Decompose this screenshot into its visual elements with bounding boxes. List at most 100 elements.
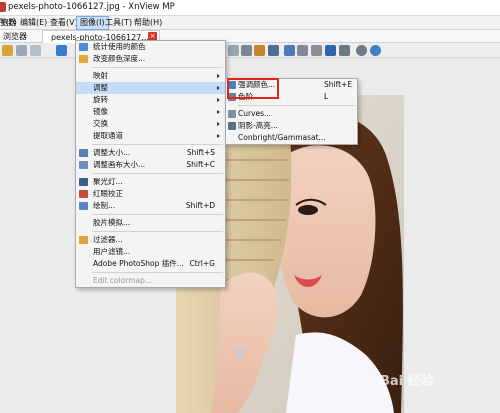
menu-help[interactable]: 帮助(H) <box>134 17 162 28</box>
menu-item-shortcut: Shift+C <box>186 160 215 169</box>
filter-icon <box>79 236 88 244</box>
menu-item-resize[interactable]: 调整大小... Shift+S <box>76 147 225 159</box>
help-icon[interactable] <box>370 45 381 56</box>
forward-icon[interactable] <box>30 45 41 56</box>
submenu-item-curves[interactable]: Curves... <box>226 108 357 120</box>
color-depth-icon <box>79 55 88 63</box>
menu-item-label: 聚光灯... <box>93 177 123 186</box>
submenu-item-label: Curves... <box>238 109 272 118</box>
menu-item-rotate[interactable]: 旋转 <box>76 94 225 106</box>
shadow-highlight-icon <box>228 122 236 130</box>
palette-icon <box>79 43 88 51</box>
menu-image[interactable]: 图像(I) <box>76 16 109 30</box>
menu-item-count-colors[interactable]: 统计使用的颜色 <box>76 41 225 53</box>
submenu-separator <box>238 105 355 106</box>
menu-item-extract-channel[interactable]: 提取通道 <box>76 130 225 142</box>
menu-item-shortcut: Shift+S <box>186 148 215 157</box>
menu-labels: 件(F) 编辑(E) 查看(V) 图像(I) 工具(T) 帮助(H) <box>0 16 500 30</box>
menu-item-shortcut: Ctrl+G <box>189 259 215 268</box>
menu-tools[interactable]: 工具(T) <box>105 17 132 28</box>
submenu-arrow-icon <box>217 98 220 102</box>
menu-item-photoshop-plugin[interactable]: Adobe PhotoShop 插件... Ctrl+G <box>76 258 225 270</box>
canvas-icon <box>79 161 88 169</box>
spotlight-icon <box>79 178 88 186</box>
menu-item-label: 映射 <box>93 71 108 80</box>
submenu-arrow-icon <box>217 134 220 138</box>
submenu-item-shadow-highlight[interactable]: 阴影-高亮... <box>226 120 357 132</box>
menu-item-label: 红眼校正 <box>93 189 123 198</box>
menu-item-label: 改变颜色深度... <box>93 54 146 63</box>
fit-icon[interactable] <box>241 45 252 56</box>
submenu-arrow-icon <box>217 74 220 78</box>
image-menu: 统计使用的颜色 改变颜色深度... 映射 调整 旋转 镜像 交换 提取通道 调整… <box>75 40 226 288</box>
menu-separator <box>92 173 223 174</box>
back-icon[interactable] <box>16 45 27 56</box>
menu-item-color-depth[interactable]: 改变颜色深度... <box>76 53 225 65</box>
menu-item-label: 用户滤镜... <box>93 247 131 256</box>
print-icon[interactable] <box>311 45 322 56</box>
submenu-item-shortcut: L <box>324 92 329 101</box>
menu-item-spotlight[interactable]: 聚光灯... <box>76 176 225 188</box>
resize-icon[interactable] <box>297 45 308 56</box>
menu-item-label: 统计使用的颜色 <box>93 42 146 51</box>
resize-icon <box>79 149 88 157</box>
folder-icon[interactable] <box>2 45 13 56</box>
submenu-item-shortcut: Shift+E <box>324 80 353 89</box>
callout-highlight <box>227 78 279 99</box>
menu-item-shortcut: Shift+D <box>185 201 215 210</box>
submenu-item-label: Conbright/Gammasat... <box>238 133 326 142</box>
menu-item-label: 调整 <box>93 83 108 92</box>
submenu-arrow-icon <box>217 86 220 90</box>
crop-icon[interactable] <box>284 45 295 56</box>
menu-item-film-simulation[interactable]: 胶片模拟... <box>76 217 225 229</box>
menu-item-user-filter[interactable]: 用户滤镜... <box>76 246 225 258</box>
edit-icon[interactable] <box>254 45 265 56</box>
menu-item-edit-colormap: Edit colormap... <box>76 275 225 287</box>
menu-item-label: 提取通道 <box>93 131 123 140</box>
submenu-arrow-icon <box>217 122 220 126</box>
save-icon[interactable] <box>268 45 279 56</box>
menu-item-mirror[interactable]: 镜像 <box>76 106 225 118</box>
zoom-icon[interactable] <box>228 45 239 56</box>
submenu-item-conbright[interactable]: Conbright/Gammasat... <box>226 132 357 144</box>
menu-item-swap[interactable]: 交换 <box>76 118 225 130</box>
title-bar: pexels-photo-1066127.jpg - XnView MP <box>0 0 500 16</box>
curves-icon <box>228 110 236 118</box>
menu-item-adjust[interactable]: 调整 <box>76 82 225 94</box>
menu-view[interactable]: 查看(V) <box>50 17 78 28</box>
window-title: pexels-photo-1066127.jpg - XnView MP <box>8 2 175 12</box>
draw-icon <box>79 202 88 210</box>
menu-separator <box>92 67 223 68</box>
menu-item-label: 绘制... <box>93 201 116 210</box>
menu-item-label: 胶片模拟... <box>93 218 131 227</box>
menu-item-draw[interactable]: 绘制... Shift+D <box>76 200 225 212</box>
menu-file[interactable]: 件(F) <box>0 17 17 28</box>
menu-item-label: 调整画布大小... <box>93 160 146 169</box>
menu-item-map[interactable]: 映射 <box>76 70 225 82</box>
watermark: Bai 经验 <box>380 374 434 389</box>
menu-item-label: 交换 <box>93 119 108 128</box>
menu-separator <box>92 144 223 145</box>
menu-item-label: 旋转 <box>93 95 108 104</box>
menu-item-red-eye[interactable]: 红眼校正 <box>76 188 225 200</box>
screen-icon[interactable] <box>325 45 336 56</box>
menu-item-label: 过滤器... <box>93 235 123 244</box>
menu-separator <box>92 214 223 215</box>
menu-item-label: Adobe PhotoShop 插件... <box>93 259 184 268</box>
menu-edit[interactable]: 编辑(E) <box>20 17 47 28</box>
image-icon[interactable] <box>56 45 67 56</box>
menu-item-label: 镜像 <box>93 107 108 116</box>
slideshow-icon[interactable] <box>339 45 350 56</box>
app-icon <box>0 2 6 12</box>
menu-item-label: 调整大小... <box>93 148 131 157</box>
settings-icon[interactable] <box>356 45 367 56</box>
submenu-item-label: 阴影-高亮... <box>238 121 278 130</box>
tab-explorer[interactable]: 浏览器 <box>0 30 30 43</box>
menu-separator <box>92 231 223 232</box>
submenu-arrow-icon <box>217 110 220 114</box>
menu-item-label: Edit colormap... <box>93 276 153 285</box>
menu-item-canvas-size[interactable]: 调整画布大小... Shift+C <box>76 159 225 171</box>
red-eye-icon <box>79 190 88 198</box>
menu-item-filters[interactable]: 过滤器... <box>76 234 225 246</box>
menu-separator <box>92 272 223 273</box>
